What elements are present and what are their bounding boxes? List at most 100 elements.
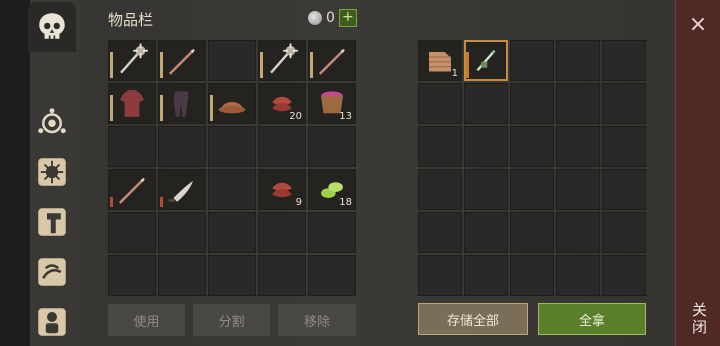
use-button[interactable]: 使用 (108, 304, 185, 336)
container_grid-slot-1-1[interactable] (464, 83, 508, 124)
container_grid-slot-5-0[interactable] (418, 255, 462, 296)
container_grid-slot-0-3[interactable] (556, 40, 600, 81)
spiked-mace-icon (120, 43, 148, 74)
durability-bar (260, 52, 263, 78)
store-all-button[interactable]: 存储全部 (418, 303, 528, 335)
wrapped-arrow-icon (476, 49, 496, 72)
player_grid-slot-3-2[interactable] (208, 169, 256, 210)
durability-bar (110, 52, 113, 78)
container_grid-slot-4-4[interactable] (602, 212, 646, 253)
sidebar-strip (0, 0, 30, 346)
player_grid-slot-2-4[interactable] (308, 126, 356, 167)
item-quantity: 13 (339, 111, 352, 122)
container_grid-slot-3-1[interactable] (464, 169, 508, 210)
split-button[interactable]: 分割 (193, 304, 270, 336)
container_grid-slot-5-3[interactable] (556, 255, 600, 296)
player_grid-slot-5-0[interactable] (108, 255, 156, 296)
container_grid-slot-0-1[interactable] (464, 40, 508, 81)
player_grid-slot-3-0[interactable] (108, 169, 156, 210)
container_grid-slot-4-3[interactable] (556, 212, 600, 253)
player_grid-slot-4-3[interactable] (258, 212, 306, 253)
close-panel: × 关闭 (675, 0, 720, 346)
durability-bar (110, 95, 113, 121)
player_grid-slot-0-3[interactable] (258, 40, 306, 81)
container_grid-slot-0-4[interactable] (602, 40, 646, 81)
player_grid-slot-3-4[interactable]: 18 (308, 169, 356, 210)
container_grid-slot-2-2[interactable] (510, 126, 554, 167)
player_grid-slot-3-3[interactable]: 9 (258, 169, 306, 210)
spear-icon (318, 48, 346, 75)
sun-scroll-tab-icon[interactable] (30, 150, 74, 194)
container_grid-slot-0-0[interactable]: 1 (418, 40, 462, 81)
container_grid-slot-4-1[interactable] (464, 212, 508, 253)
player_grid-slot-1-1[interactable] (158, 83, 206, 124)
player_grid-slot-2-2[interactable] (208, 126, 256, 167)
spear-icon (168, 48, 196, 75)
crafting-tab-icon[interactable] (30, 100, 74, 144)
container_grid-slot-4-2[interactable] (510, 212, 554, 253)
player_grid-slot-1-2[interactable] (208, 83, 256, 124)
player_grid-slot-5-1[interactable] (158, 255, 206, 296)
character-tab-icon[interactable] (30, 300, 74, 344)
armor-shirt-icon (119, 90, 145, 117)
player_grid-slot-4-1[interactable] (158, 212, 206, 253)
container_grid-slot-1-0[interactable] (418, 83, 462, 124)
player_grid-slot-0-4[interactable] (308, 40, 356, 81)
player_grid-slot-0-2[interactable] (208, 40, 256, 81)
durability-bar (160, 52, 163, 78)
container_grid-slot-4-0[interactable] (418, 212, 462, 253)
close-icon[interactable]: × (684, 10, 712, 38)
remove-button[interactable]: 移除 (278, 304, 356, 336)
container_grid-slot-3-3[interactable] (556, 169, 600, 210)
machete-icon (168, 180, 193, 202)
container_grid-slot-3-2[interactable] (510, 169, 554, 210)
container_grid-slot-1-3[interactable] (556, 83, 600, 124)
gem-icon (308, 11, 322, 25)
player_grid-slot-0-0[interactable] (108, 40, 156, 81)
container_grid-slot-1-2[interactable] (510, 83, 554, 124)
add-currency-button[interactable]: + (338, 9, 357, 27)
container_grid-slot-3-0[interactable] (418, 169, 462, 210)
container_grid-slot-2-4[interactable] (602, 126, 646, 167)
player_grid-slot-2-1[interactable] (158, 126, 206, 167)
player_grid-slot-2-0[interactable] (108, 126, 156, 167)
container_grid-slot-3-4[interactable] (602, 169, 646, 210)
container_grid-slot-2-0[interactable] (418, 126, 462, 167)
container_grid-slot-5-2[interactable] (510, 255, 554, 296)
player_grid-slot-4-2[interactable] (208, 212, 256, 253)
durability-bar (160, 197, 163, 207)
player_grid-slot-3-1[interactable] (158, 169, 206, 210)
item-quantity: 1 (451, 68, 458, 79)
container-grid: 1 (418, 40, 646, 296)
inventory-title: 物品栏 (108, 11, 154, 29)
container_grid-slot-1-4[interactable] (602, 83, 646, 124)
player_grid-slot-4-0[interactable] (108, 212, 156, 253)
player_grid-slot-0-1[interactable] (158, 40, 206, 81)
container_grid-slot-2-1[interactable] (464, 126, 508, 167)
durability-bar (110, 197, 113, 207)
player-inventory-grid: 20 13 9 18 (108, 40, 356, 296)
player_grid-slot-2-3[interactable] (258, 126, 306, 167)
close-label[interactable]: 关闭 (686, 302, 710, 336)
build-tab-icon[interactable] (30, 200, 74, 244)
container_grid-slot-0-2[interactable] (510, 40, 554, 81)
container_grid-slot-2-3[interactable] (556, 126, 600, 167)
player_grid-slot-4-4[interactable] (308, 212, 356, 253)
player_grid-slot-1-4[interactable]: 13 (308, 83, 356, 124)
player_grid-slot-5-2[interactable] (208, 255, 256, 296)
crafting-icon (38, 108, 66, 134)
sun-scroll-icon (38, 158, 66, 186)
take-all-button[interactable]: 全拿 (538, 303, 646, 335)
container_grid-slot-5-4[interactable] (602, 255, 646, 296)
skull-tab[interactable] (28, 2, 76, 52)
spear-icon (118, 177, 146, 204)
armor-pants-icon (173, 91, 189, 117)
player_grid-slot-5-3[interactable] (258, 255, 306, 296)
player_grid-slot-1-3[interactable]: 20 (258, 83, 306, 124)
item-quantity: 9 (295, 197, 302, 208)
player_grid-slot-1-0[interactable] (108, 83, 156, 124)
map-tab-icon[interactable] (30, 250, 74, 294)
player_grid-slot-5-4[interactable] (308, 255, 356, 296)
currency-value: 0 (326, 10, 335, 26)
container_grid-slot-5-1[interactable] (464, 255, 508, 296)
